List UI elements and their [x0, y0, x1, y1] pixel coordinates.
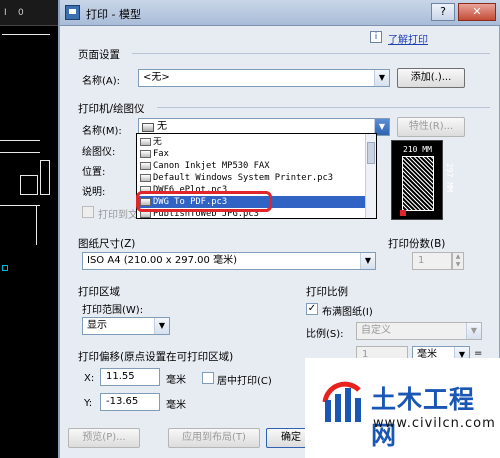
plot-scale-title: 打印比例 — [306, 286, 348, 298]
paper-size-value: ISO A4 (210.00 x 297.00 毫米) — [87, 255, 237, 266]
offset-x-unit: 毫米 — [166, 375, 186, 386]
location-label: 位置: — [82, 167, 106, 178]
printer-section-title: 打印机/绘图仪 — [78, 103, 145, 115]
printer-app-icon — [65, 5, 80, 20]
copies-title: 打印份数(B) — [388, 238, 446, 250]
chevron-down-icon: ▼ — [466, 323, 481, 339]
cad-line — [0, 152, 40, 153]
printer-icon — [140, 138, 151, 146]
page-setup-name-label: 名称(A): — [82, 76, 121, 87]
dropdown-item[interactable]: Canon Inkjet MP530 FAX — [139, 160, 365, 172]
add-page-setup-button[interactable]: 添加(.)... — [397, 68, 465, 88]
page-setup-name-select[interactable]: <无> ▼ — [138, 69, 390, 87]
scrollbar-thumb[interactable] — [367, 142, 375, 164]
dropdown-item[interactable]: 无 — [139, 136, 365, 148]
printer-icon — [140, 174, 151, 182]
cad-line — [0, 140, 40, 141]
offset-x-label: X: — [84, 373, 95, 384]
copies-input[interactable]: 1 — [412, 252, 452, 270]
dropdown-scrollbar[interactable] — [365, 134, 376, 218]
offset-y-label: Y: — [84, 398, 93, 409]
scale-label: 比例(S): — [306, 329, 344, 340]
divider — [132, 53, 490, 54]
print-to-file-checkbox[interactable] — [82, 206, 94, 218]
close-button[interactable]: ✕ — [458, 3, 496, 21]
dropdown-item[interactable]: Default Windows System Printer.pc3 — [139, 172, 365, 184]
center-plot-label: 居中打印(C) — [217, 376, 272, 387]
plot-area-title: 打印区域 — [78, 286, 120, 298]
printer-icon — [142, 123, 154, 132]
printer-icon — [140, 162, 151, 170]
chevron-down-icon: ▼ — [360, 253, 375, 269]
dropdown-item-label: 无 — [153, 137, 162, 147]
plotter-label: 绘图仪: — [82, 147, 116, 158]
divider — [157, 107, 490, 108]
learn-printing-link[interactable]: 了解打印 — [388, 31, 428, 46]
fit-to-paper-label: 布满图纸(I) — [322, 307, 373, 318]
help-titlebar-button[interactable]: ? — [431, 3, 455, 21]
cad-line — [2, 34, 50, 35]
offset-x-input[interactable]: 11.55 — [100, 368, 160, 386]
plot-range-value: 显示 — [87, 320, 107, 331]
paper-width-label: 210 MM — [403, 145, 432, 154]
dropdown-item-label: Fax — [153, 149, 169, 159]
chevron-down-icon: ▼ — [154, 318, 169, 334]
watermark-url: www.civilcn.com — [373, 416, 496, 431]
paper-size-select[interactable]: ISO A4 (210.00 x 297.00 毫米) ▼ — [82, 252, 376, 270]
offset-y-input[interactable]: -13.65 — [100, 393, 160, 411]
fit-to-paper-checkbox[interactable]: ✓ — [306, 303, 318, 315]
preview-origin-marker — [400, 210, 406, 216]
page-setup-name-value: <无> — [143, 72, 170, 83]
watermark: 土木工程网 www.civilcn.com — [305, 358, 500, 458]
cad-line — [36, 205, 37, 245]
preview-button[interactable]: 预览(P)... — [68, 428, 140, 448]
offset-y-unit: 毫米 — [166, 400, 186, 411]
description-label: 说明: — [82, 187, 106, 198]
chevron-down-icon: ▼ — [374, 70, 389, 86]
cad-tab-label: 0 — [18, 8, 24, 18]
civilcn-logo-icon — [322, 381, 361, 422]
page-setup-title: 页面设置 — [78, 49, 120, 61]
plot-range-select[interactable]: 显示 ▼ — [82, 317, 170, 335]
dialog-title: 打印 - 模型 — [86, 8, 141, 21]
dropdown-item-label: Canon Inkjet MP530 FAX — [153, 161, 270, 171]
plot-range-label: 打印范围(W): — [82, 305, 144, 316]
center-plot-checkbox[interactable] — [202, 372, 214, 384]
cad-tab-label: I — [4, 8, 7, 18]
printer-properties-button[interactable]: 特性(R)... — [397, 117, 465, 137]
cad-line — [0, 205, 40, 206]
annotation-highlight — [136, 191, 272, 212]
apply-to-layout-button[interactable]: 应用到布局(T) — [168, 428, 260, 448]
paper-size-title: 图纸尺寸(Z) — [78, 238, 136, 250]
print-to-file-label: 打印到文 — [98, 210, 138, 221]
scale-select[interactable]: 自定义 ▼ — [356, 322, 482, 340]
scale-value: 自定义 — [361, 325, 391, 336]
cad-tab-bar: I 0 — [0, 0, 60, 26]
plot-offset-title: 打印偏移(原点设置在可打印区域) — [78, 351, 234, 363]
dropdown-item[interactable]: Fax — [139, 148, 365, 160]
cad-line — [20, 175, 38, 195]
paper-preview-sheet — [402, 156, 434, 211]
title-bar: 打印 - 模型 ? ✕ — [60, 0, 500, 26]
cad-line — [40, 160, 50, 195]
printer-icon — [140, 150, 151, 158]
dropdown-item-label: Default Windows System Printer.pc3 — [153, 173, 334, 183]
printer-name-value: 无 — [157, 121, 167, 132]
paper-height-label: 297 MM — [445, 163, 454, 192]
copies-spinner[interactable]: ▲ ▼ — [452, 252, 464, 270]
cad-snap-marker — [2, 265, 8, 271]
info-icon: i — [370, 31, 382, 43]
printer-name-label: 名称(M): — [82, 126, 122, 137]
